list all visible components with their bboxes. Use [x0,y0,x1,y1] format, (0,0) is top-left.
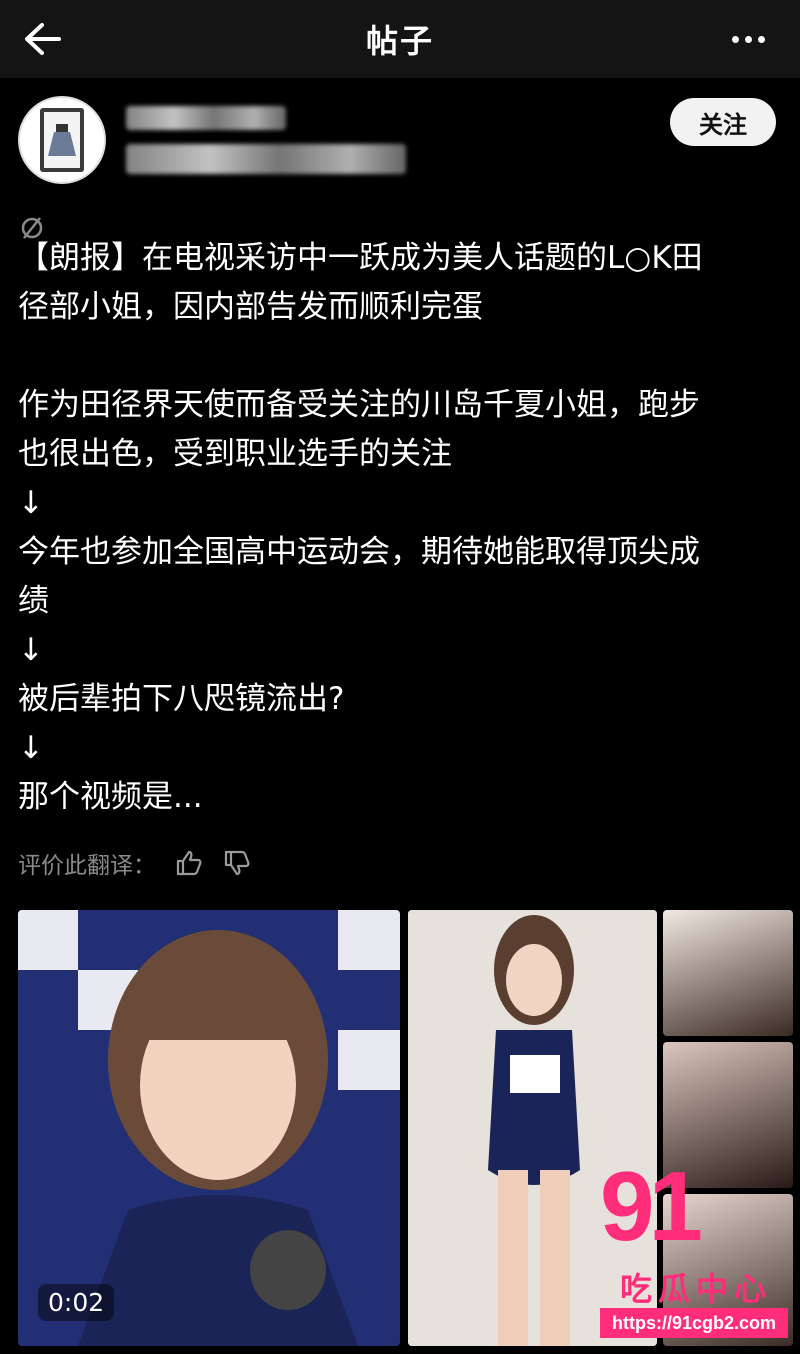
video-thumbnail[interactable]: 0:02 [18,910,400,1346]
page-title: 帖子 [365,22,434,60]
user-handle-redacted [126,144,406,174]
arrow-line: ↓ [18,485,44,521]
thumbs-up-icon[interactable] [174,848,204,878]
thumbs-down-icon[interactable] [222,848,252,878]
arrow-line: ↓ [18,730,44,766]
top-bar: 帖子 [0,0,800,78]
more-options-icon[interactable] [732,26,772,52]
follow-button[interactable]: 关注 [670,98,776,146]
content-line: 绩 [18,583,49,619]
watermark-url: https://91cgb2.com [600,1308,788,1338]
rate-translation-label: 评价此翻译： [18,853,156,879]
photo-thumbnail[interactable] [663,910,793,1036]
content-line: 那个视频是... [18,779,203,815]
arrow-line: ↓ [18,632,44,668]
content-line: 作为田径界天使而备受关注的川岛千夏小姐，跑步 [18,387,700,423]
content-line: 今年也参加全国高中运动会，期待她能取得顶尖成 [18,534,700,570]
video-duration: 0:02 [38,1284,115,1321]
watermark-text: 吃瓜中心 [620,1270,773,1308]
back-arrow-icon[interactable] [22,20,62,58]
rate-translation-row: 评价此翻译： [18,846,252,880]
watermark-number: 91 [600,1151,703,1261]
username-redacted [126,106,286,130]
content-line: 【朗报】在电视采访中一跃成为美人话题的L○K田 [18,240,703,276]
content-line: 被后辈拍下八咫镜流出? [18,681,345,717]
content-line: 径部小姐，因内部告发而顺利完蛋 [18,289,483,325]
content-line: 也很出色，受到职业选手的关注 [18,436,452,472]
avatar[interactable] [18,96,106,184]
post-content: 【朗报】在电视采访中一跃成为美人话题的L○K田 径部小姐，因内部告发而顺利完蛋 … [18,234,793,822]
